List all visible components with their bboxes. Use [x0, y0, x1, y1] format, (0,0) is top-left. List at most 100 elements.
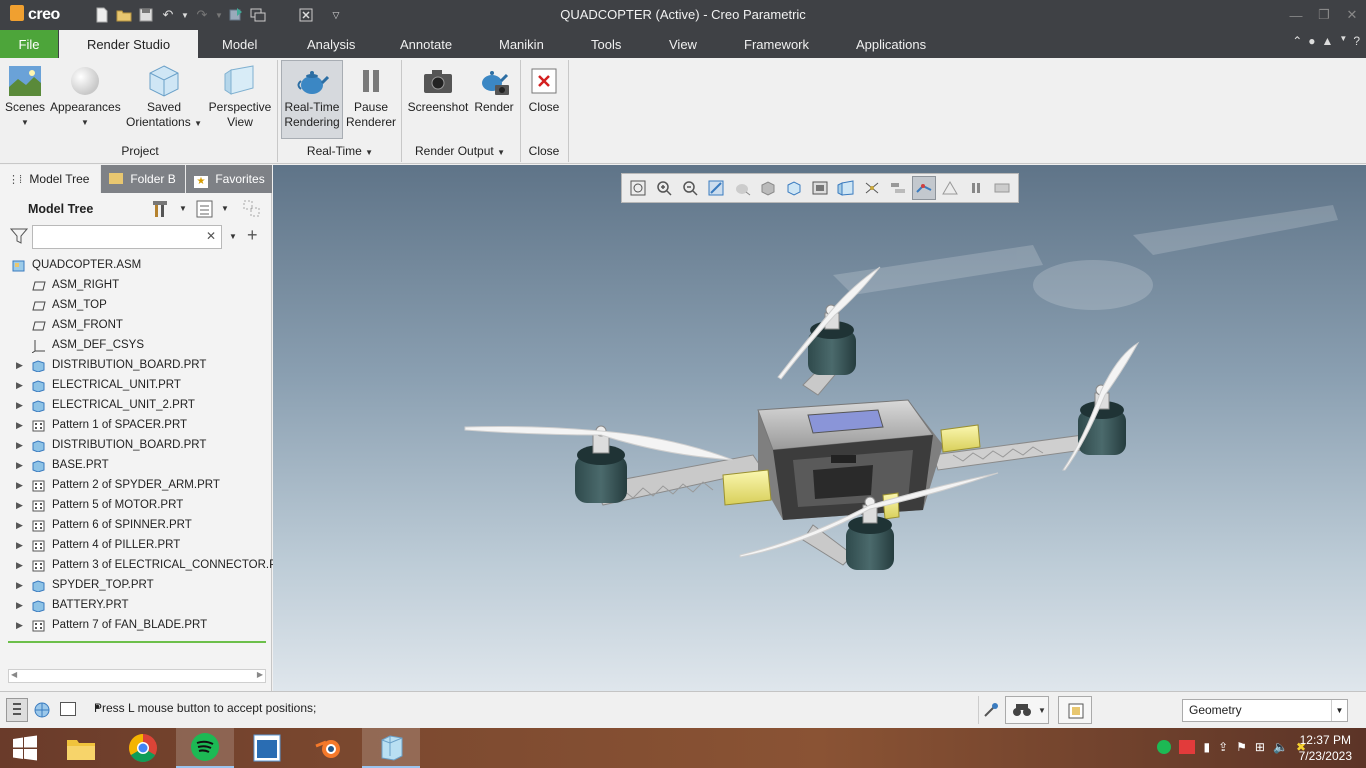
expand-arrow-icon[interactable]: ▶ [16, 475, 23, 495]
tree-item[interactable]: ASM_DEF_CSYS [0, 335, 270, 355]
tab-file[interactable]: File [0, 30, 58, 58]
zoom-in-icon[interactable] [652, 176, 676, 200]
open-folder-icon[interactable] [114, 6, 134, 24]
tree-item[interactable]: ▶ Pattern 4 of PILLER.PRT [0, 535, 270, 555]
creo-taskbar-icon[interactable] [362, 728, 420, 768]
tree-item[interactable]: ▶ Pattern 5 of MOTOR.PRT [0, 495, 270, 515]
scroll-left-icon[interactable]: ◀ [11, 670, 17, 679]
tree-insert-marker[interactable] [8, 641, 266, 643]
perspective-view-button[interactable]: Perspective View [206, 60, 274, 130]
selection-filter-dropdown[interactable]: Geometry ▼ [1182, 699, 1348, 722]
tree-item[interactable]: ▶ ELECTRICAL_UNIT.PRT [0, 375, 270, 395]
taskbar-clock[interactable]: 12:37 PM 7/23/2023 [1299, 732, 1352, 764]
display-style-icon[interactable] [756, 176, 780, 200]
redo-dropdown-icon[interactable]: ▼ [214, 6, 224, 24]
expand-arrow-icon[interactable]: ▶ [16, 615, 23, 635]
tab-framework[interactable]: Framework [730, 30, 823, 58]
tree-item[interactable]: ▶ SPYDER_TOP.PRT [0, 575, 270, 595]
tree-horizontal-scrollbar[interactable]: ◀ ▶ [8, 669, 266, 683]
close-render-studio-button[interactable]: Close [524, 60, 564, 115]
tree-item[interactable]: ASM_FRONT [0, 315, 270, 335]
app-window-taskbar-icon[interactable] [238, 728, 296, 768]
restore-button[interactable]: ❐ [1310, 0, 1338, 30]
saved-orientations-icon[interactable] [782, 176, 806, 200]
tree-settings-icon[interactable] [152, 199, 172, 222]
annotation-display-icon[interactable] [886, 176, 910, 200]
expand-arrow-icon[interactable]: ▶ [16, 555, 23, 575]
datum-display-icon[interactable] [860, 176, 884, 200]
expand-arrow-icon[interactable]: ▶ [16, 395, 23, 415]
tab-annotate[interactable]: Annotate [386, 30, 466, 58]
triangle-icon[interactable] [938, 176, 962, 200]
expand-arrow-icon[interactable]: ▶ [16, 495, 23, 515]
new-file-icon[interactable] [92, 6, 112, 24]
pause-animation-icon[interactable] [964, 176, 988, 200]
spotify-taskbar-icon[interactable] [176, 728, 234, 768]
minimize-ribbon-icon[interactable]: ⌃ [1292, 34, 1302, 48]
expand-arrow-icon[interactable]: ▶ [16, 355, 23, 375]
battery-tray-icon[interactable]: ▮ [1203, 740, 1210, 754]
pause-renderer-button[interactable]: Pause Renderer [344, 60, 398, 130]
expand-arrow-icon[interactable]: ▶ [16, 375, 23, 395]
spin-center-icon[interactable] [730, 176, 754, 200]
lightbulb-icon[interactable]: ● [1308, 34, 1315, 48]
graduation-cap-icon[interactable]: ▲ [1322, 34, 1334, 48]
expand-arrow-icon[interactable]: ▶ [16, 575, 23, 595]
chrome-taskbar-icon[interactable] [114, 728, 172, 768]
smart-selection-icon[interactable] [982, 701, 1000, 722]
tree-item[interactable]: ▶ Pattern 2 of SPYDER_ARM.PRT [0, 475, 270, 495]
tree-search-input[interactable] [32, 225, 222, 249]
minimize-button[interactable]: — [1282, 0, 1310, 30]
customize-qat-icon[interactable]: ▽ [326, 6, 346, 24]
tree-item[interactable]: ▶ Pattern 3 of ELECTRICAL_CONNECTOR.PRT [0, 555, 292, 575]
show-dropdown-icon[interactable]: ▼ [221, 204, 229, 213]
expand-arrow-icon[interactable]: ▶ [16, 415, 23, 435]
perspective-icon[interactable] [834, 176, 858, 200]
tab-model-tree[interactable]: ⋮⁞ Model Tree [0, 165, 100, 193]
clear-icon[interactable] [990, 176, 1014, 200]
filter-funnel-icon[interactable] [9, 228, 29, 247]
screenshot-button[interactable]: Screenshot [406, 60, 470, 115]
full-screen-icon[interactable] [60, 702, 76, 716]
selection-list-button[interactable] [1058, 696, 1092, 724]
tab-model[interactable]: Model [208, 30, 271, 58]
expand-arrow-icon[interactable]: ▶ [16, 515, 23, 535]
saved-orientations-button[interactable]: Saved Orientations ▼ [124, 60, 204, 131]
search-dropdown-icon[interactable]: ▼ [229, 232, 237, 241]
tree-item[interactable]: QUADCOPTER.ASM [0, 255, 270, 275]
close-button[interactable]: ✕ [1338, 0, 1366, 30]
recorder-tray-icon[interactable] [1179, 740, 1196, 754]
browser-globe-icon[interactable] [32, 701, 52, 722]
expand-arrow-icon[interactable]: ▶ [16, 455, 23, 475]
view-manager-icon[interactable] [808, 176, 832, 200]
show-columns-icon[interactable] [196, 199, 214, 222]
tree-item[interactable]: ▶ Pattern 6 of SPINNER.PRT [0, 515, 270, 535]
tree-settings-dropdown-icon[interactable]: ▼ [179, 204, 187, 213]
tab-render-studio[interactable]: Render Studio [59, 30, 198, 58]
tree-item[interactable]: ▶ Pattern 1 of SPACER.PRT [0, 415, 270, 435]
tree-filter-options-icon[interactable] [242, 199, 262, 222]
tab-analysis[interactable]: Analysis [293, 30, 369, 58]
tree-item[interactable]: ▶ DISTRIBUTION_BOARD.PRT [0, 355, 270, 375]
expand-arrow-icon[interactable]: ▶ [16, 595, 23, 615]
redo-icon[interactable]: ↷ [192, 6, 212, 24]
real-time-rendering-button[interactable]: Real-Time Rendering [281, 60, 343, 139]
close-window-icon[interactable] [296, 6, 316, 24]
tab-tools[interactable]: Tools [577, 30, 635, 58]
flag-tray-icon[interactable]: ⚑ [1236, 740, 1247, 754]
render-button[interactable]: Render [472, 60, 516, 115]
find-button[interactable]: ▼ [1005, 696, 1049, 724]
start-button[interactable] [0, 728, 50, 768]
tree-item[interactable]: ▶ BASE.PRT [0, 455, 270, 475]
spotify-tray-icon[interactable] [1157, 740, 1172, 754]
tree-item[interactable]: ASM_TOP [0, 295, 270, 315]
tab-manikin[interactable]: Manikin [485, 30, 558, 58]
expand-arrow-icon[interactable]: ▶ [16, 535, 23, 555]
tree-item[interactable]: ▶ ELECTRICAL_UNIT_2.PRT [0, 395, 270, 415]
usb-tray-icon[interactable]: ⇪ [1218, 740, 1228, 754]
graphics-viewport[interactable] [273, 165, 1366, 691]
spin-center-toggle-icon[interactable] [912, 176, 936, 200]
help-dropdown-icon[interactable]: ▼ [1339, 34, 1347, 48]
scroll-right-icon[interactable]: ▶ [257, 670, 263, 679]
appearances-button[interactable]: Appearances ▼ [50, 60, 121, 130]
